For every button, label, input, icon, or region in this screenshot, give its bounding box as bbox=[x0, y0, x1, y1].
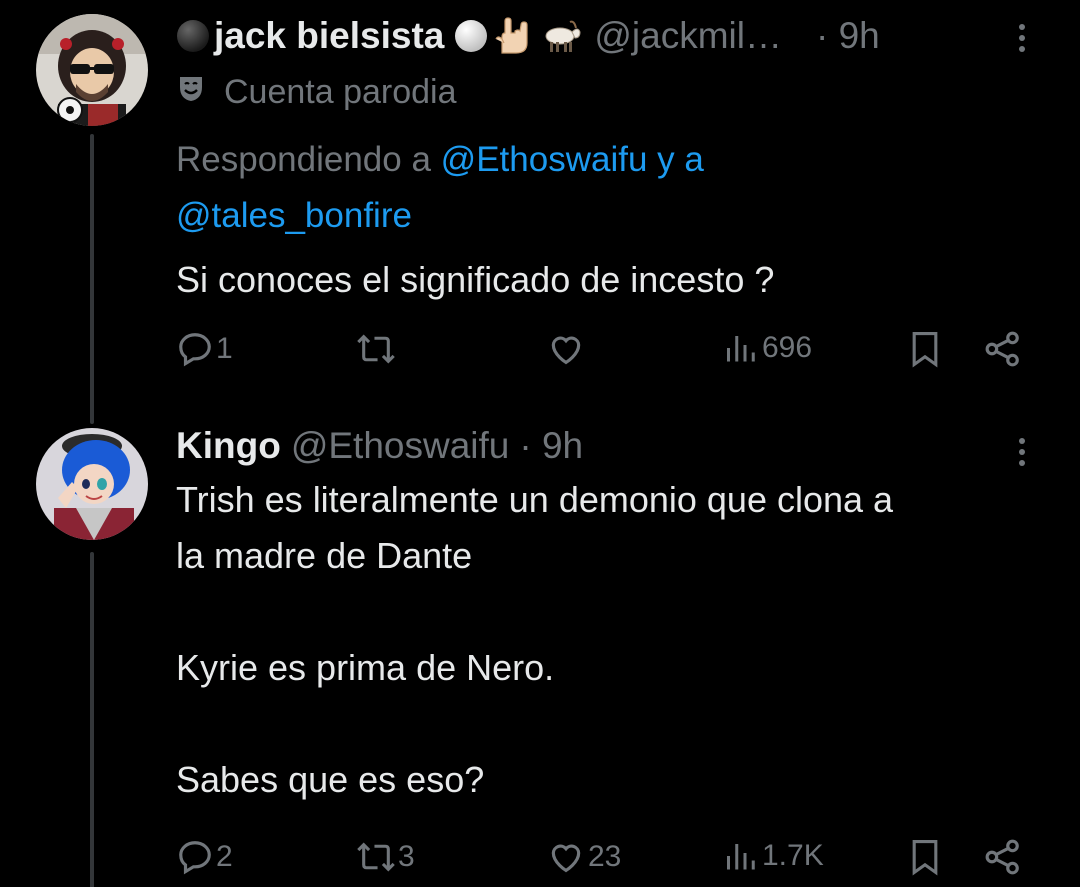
author-handle[interactable]: @Ethoswaifu bbox=[291, 424, 510, 468]
black-circle-emoji-icon bbox=[176, 19, 210, 53]
share-icon bbox=[985, 839, 1019, 875]
avatar[interactable] bbox=[36, 428, 148, 540]
like-button[interactable] bbox=[546, 330, 588, 368]
reply-icon bbox=[179, 333, 211, 367]
more-options-icon[interactable] bbox=[1012, 432, 1032, 472]
reply-count: 1 bbox=[216, 332, 233, 365]
reply-button[interactable]: 1 bbox=[176, 330, 233, 368]
tweet-time[interactable]: · 9h bbox=[519, 424, 583, 468]
author-name[interactable]: jack bielsista bbox=[214, 14, 444, 58]
repost-button[interactable] bbox=[356, 330, 398, 368]
replying-to: Respondiendo a @Ethoswaifu y a @tales_bo… bbox=[176, 132, 1032, 244]
bookmark-icon bbox=[912, 840, 938, 876]
parody-label: Cuenta parodia bbox=[224, 73, 457, 111]
share-button[interactable] bbox=[984, 330, 1022, 368]
bookmark-button[interactable] bbox=[908, 330, 942, 368]
repost-icon bbox=[357, 842, 395, 872]
views-button[interactable]: 696 bbox=[724, 330, 812, 366]
theater-mask-icon bbox=[176, 70, 206, 114]
reply-count: 2 bbox=[216, 840, 233, 873]
author-handle[interactable]: @jackmil… bbox=[594, 14, 782, 58]
views-chart-icon bbox=[727, 336, 755, 362]
author-name[interactable]: Kingo bbox=[176, 424, 281, 468]
view-count: 1.7K bbox=[762, 839, 824, 872]
share-icon bbox=[985, 331, 1019, 367]
heart-icon bbox=[551, 844, 581, 873]
tweet-actions: 2 3 23 1.7K bbox=[176, 838, 1024, 882]
heart-icon bbox=[551, 336, 581, 365]
parody-badge: Cuenta parodia bbox=[176, 70, 1032, 114]
tweet-2[interactable]: Kingo @Ethoswaifu · 9h Trish es literalm… bbox=[176, 424, 1032, 808]
thread-line-bottom bbox=[90, 552, 94, 887]
mention-link[interactable]: @Ethoswaifu bbox=[441, 140, 648, 179]
repost-count: 3 bbox=[398, 840, 415, 873]
tweet-time[interactable]: · 9h bbox=[816, 14, 880, 58]
more-options-icon[interactable] bbox=[1012, 18, 1032, 58]
reply-icon bbox=[179, 841, 211, 875]
tweet-actions: 1 696 bbox=[176, 330, 1024, 374]
goat-emoji-icon bbox=[540, 18, 584, 54]
bookmark-button[interactable] bbox=[908, 838, 942, 876]
like-count: 23 bbox=[588, 840, 622, 873]
views-button[interactable]: 1.7K bbox=[724, 838, 824, 874]
thread-line-top bbox=[90, 134, 94, 424]
like-button[interactable]: 23 bbox=[546, 838, 621, 876]
tweet-text: Trish es literalmente un demonio que clo… bbox=[176, 479, 894, 800]
avatar-image-jack bbox=[36, 14, 148, 126]
rock-on-hand-emoji-icon bbox=[494, 17, 532, 55]
repost-button[interactable]: 3 bbox=[356, 838, 415, 876]
view-count: 696 bbox=[762, 331, 813, 364]
white-circle-emoji-icon bbox=[454, 19, 488, 53]
repost-icon bbox=[357, 334, 395, 364]
reply-prefix: Respondiendo a bbox=[176, 140, 431, 179]
reply-button[interactable]: 2 bbox=[176, 838, 233, 876]
avatar-image-kingo bbox=[36, 428, 148, 540]
reply-joiner: y a bbox=[657, 140, 704, 179]
tweet-header: jack bielsista @jackmil… · 9h bbox=[176, 14, 1032, 58]
views-chart-icon bbox=[727, 844, 755, 870]
mention-link[interactable]: @tales_bonfire bbox=[176, 196, 412, 235]
tweet-text: Si conoces el significado de incesto ? bbox=[176, 259, 775, 300]
avatar[interactable] bbox=[36, 14, 148, 126]
share-button[interactable] bbox=[984, 838, 1022, 876]
tweet-header: Kingo @Ethoswaifu · 9h bbox=[176, 424, 1032, 468]
bookmark-icon bbox=[912, 332, 938, 368]
tweet-1[interactable]: jack bielsista @jackmil… · 9h Cuenta par… bbox=[176, 14, 1032, 308]
